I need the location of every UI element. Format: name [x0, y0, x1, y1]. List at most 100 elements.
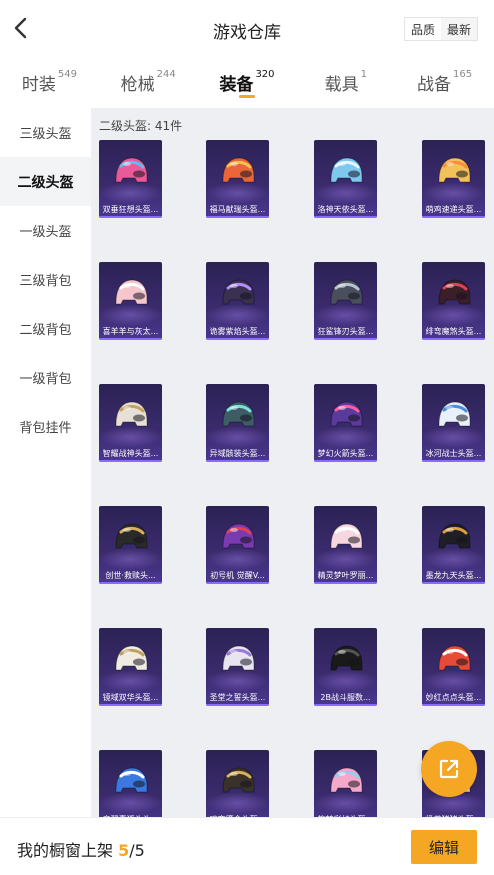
item-card[interactable]: 绯弯魔煞头盔... [422, 262, 485, 340]
item-card[interactable]: 初号机 觉醒V... [206, 506, 269, 584]
item-card[interactable]: 梦幻火箭头盔... [314, 384, 377, 462]
item-card[interactable]: 旋转彩虹头盔... [314, 750, 377, 817]
rarity-stripe [314, 704, 377, 706]
rarity-stripe [314, 338, 377, 340]
item-card[interactable]: 镜域双华头盔... [99, 628, 162, 706]
rarity-stripe [99, 216, 162, 218]
item-name: 墨龙九天头盔... [425, 571, 482, 580]
tab-vehicles[interactable]: 载具 1 [296, 62, 395, 106]
item-name: 萌鸡速递头盔... [425, 205, 482, 214]
item-card[interactable]: 创世·救赎头... [99, 506, 162, 584]
warehouse-screen: 游戏仓库 品质 最新 时装 549 枪械 244 装备 320 载具 1 战备 … [0, 0, 494, 875]
rarity-stripe [206, 582, 269, 584]
helmet-icon [438, 401, 471, 427]
rarity-stripe [99, 460, 162, 462]
tab-count: 165 [453, 69, 473, 80]
rarity-stripe [99, 704, 162, 706]
rarity-stripe [206, 216, 269, 218]
tab-label: 战备 [417, 75, 452, 95]
sidebar-item-level2-backpack[interactable]: 二级背包 [0, 304, 91, 353]
item-card[interactable]: 精灵梦叶罗丽... [314, 506, 377, 584]
rarity-stripe [422, 338, 485, 340]
helmet-icon [115, 645, 148, 671]
item-name: 梦幻火箭头盔... [317, 449, 374, 458]
item-name: 洛神天依头盔... [317, 205, 374, 214]
item-card[interactable]: 异域骸装头盔... [206, 384, 269, 462]
item-name: 双垂狂想头盔... [102, 205, 159, 214]
tab-label: 装备 [219, 75, 254, 95]
helmet-icon [330, 157, 363, 183]
helmet-icon [330, 767, 363, 793]
tab-equipment[interactable]: 装备 320 [198, 62, 297, 106]
item-card[interactable]: 喜羊羊与灰太... [99, 262, 162, 340]
rarity-stripe [314, 460, 377, 462]
helmet-icon [222, 767, 255, 793]
item-card[interactable]: 墨龙九天头盔... [422, 506, 485, 584]
sidebar-item-backpack-charm[interactable]: 背包挂件 [0, 402, 91, 451]
item-card[interactable]: 萌鸡速递头盔... [422, 140, 485, 218]
tab-guns[interactable]: 枪械 244 [99, 62, 198, 106]
item-card[interactable]: 妙红点点头盔... [422, 628, 485, 706]
tab-count: 1 [360, 69, 367, 80]
item-name: 绯弯魔煞头盔... [425, 327, 482, 336]
sidebar-item-level1-helmet[interactable]: 一级头盔 [0, 206, 91, 255]
helmet-icon [438, 157, 471, 183]
sidebar: 三级头盔 二级头盔 一级头盔 三级背包 二级背包 一级背包 背包挂件 [0, 108, 91, 817]
item-card[interactable]: 暗夜鎏金头盔... [206, 750, 269, 817]
helmet-icon [222, 157, 255, 183]
edit-button[interactable]: 编辑 [411, 830, 477, 864]
showcase-status: 我的橱窗上架 5/5 [17, 837, 145, 861]
share-button[interactable] [421, 741, 477, 797]
item-card[interactable]: 2B战斗服数... [314, 628, 377, 706]
rarity-stripe [422, 582, 485, 584]
tab-battle-gear[interactable]: 战备 165 [395, 62, 494, 106]
rarity-stripe [422, 216, 485, 218]
item-name: 精灵梦叶罗丽... [317, 571, 374, 580]
item-name: 初号机 觉醒V... [210, 571, 265, 580]
item-card[interactable]: 智耀战神头盔... [99, 384, 162, 462]
item-name: 冰河战士头盔... [425, 449, 482, 458]
sort-latest-option[interactable]: 最新 [441, 18, 477, 40]
sidebar-item-level3-helmet[interactable]: 三级头盔 [0, 108, 91, 157]
showcase-current-count: 5 [118, 841, 130, 860]
helmet-icon [438, 645, 471, 671]
item-name: 镜域双华头盔... [102, 693, 159, 702]
helmet-icon [438, 279, 471, 305]
item-card[interactable]: 福马献瑞头盔... [206, 140, 269, 218]
helmet-icon [115, 401, 148, 427]
item-name: 喜羊羊与灰太... [102, 327, 159, 336]
helmet-icon [115, 767, 148, 793]
showcase-total-count: /5 [129, 841, 145, 860]
item-name: 狂鲨锋刃头盔... [317, 327, 374, 336]
rarity-stripe [422, 460, 485, 462]
item-name: 创世·救赎头... [105, 571, 156, 580]
item-card[interactable]: 冰河战士头盔... [422, 384, 485, 462]
rarity-stripe [422, 704, 485, 706]
item-card[interactable]: 诡雾紫焰头盔... [206, 262, 269, 340]
item-card[interactable]: 圣堂之誓头盔... [206, 628, 269, 706]
item-card[interactable]: 音翼素狐头头... [99, 750, 162, 817]
helmet-icon [115, 279, 148, 305]
rarity-stripe [206, 704, 269, 706]
item-card[interactable]: 狂鲨锋刃头盔... [314, 262, 377, 340]
tab-label: 时装 [21, 75, 56, 95]
sidebar-item-level2-helmet[interactable]: 二级头盔 [0, 157, 91, 206]
sidebar-item-level3-backpack[interactable]: 三级背包 [0, 255, 91, 304]
item-grid-panel: 二级头盔: 41件 双垂狂想头盔... 福马献瑞头盔... 洛神天依头盔... 萌鸡速… [91, 108, 494, 817]
rarity-stripe [99, 582, 162, 584]
item-card[interactable]: 洛神天依头盔... [314, 140, 377, 218]
tab-fashion[interactable]: 时装 549 [0, 62, 99, 106]
tab-count: 320 [255, 69, 275, 80]
helmet-icon [222, 645, 255, 671]
sidebar-item-level1-backpack[interactable]: 一级背包 [0, 353, 91, 402]
sort-quality-option[interactable]: 品质 [405, 18, 441, 40]
item-name: 妙红点点头盔... [425, 693, 482, 702]
helmet-icon [330, 279, 363, 305]
helmet-icon [438, 523, 471, 549]
rarity-stripe [314, 216, 377, 218]
helmet-icon [330, 645, 363, 671]
tab-count: 244 [156, 69, 176, 80]
tab-label: 枪械 [120, 75, 155, 95]
item-card[interactable]: 双垂狂想头盔... [99, 140, 162, 218]
item-name: 2B战斗服数... [320, 693, 371, 702]
